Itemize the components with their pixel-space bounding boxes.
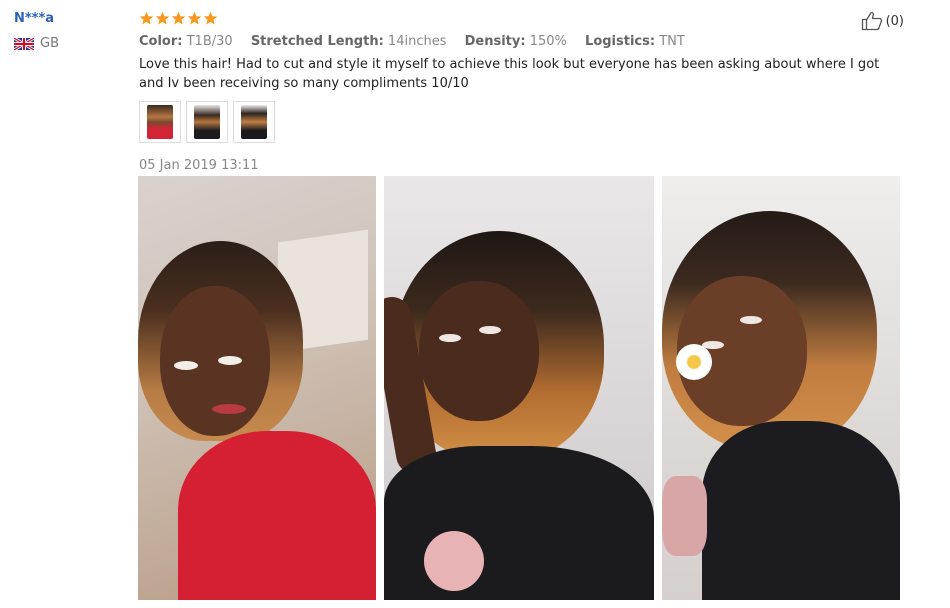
helpful-button[interactable]: (0) [861, 11, 904, 31]
review-photo[interactable] [138, 176, 376, 600]
attr-value-color: T1B/30 [186, 34, 233, 49]
review-text: Love this hair! Had to cut and style it … [139, 57, 880, 91]
reviewer-name: N***a [14, 11, 55, 26]
review-photos [138, 176, 900, 600]
attr-label-logistics: Logistics: [585, 34, 656, 49]
attr-label-color: Color: [139, 34, 183, 49]
photo-thumbnails [139, 101, 909, 143]
review-photo[interactable] [384, 176, 654, 600]
country-code: GB [40, 36, 59, 51]
photo-thumbnail[interactable] [186, 101, 228, 143]
star-icon [155, 11, 170, 24]
attr-value-logistics: TNT [659, 34, 685, 49]
photo-thumbnail[interactable] [233, 101, 275, 143]
attr-label-density: Density: [464, 34, 526, 49]
attr-value-length: 14inches [387, 34, 447, 49]
star-icon [203, 11, 218, 24]
reviewer-country: GB [14, 36, 59, 51]
star-icon [139, 11, 154, 24]
helpful-count: (0) [885, 13, 904, 29]
review-photo[interactable] [662, 176, 900, 600]
photo-thumbnail[interactable] [139, 101, 181, 143]
uk-flag-icon [14, 37, 34, 50]
review-date: 05 Jan 2019 13:11 [139, 158, 259, 173]
star-icon [187, 11, 202, 24]
star-icon [171, 11, 186, 24]
star-rating [139, 9, 909, 27]
product-attributes: Color: T1B/30 Stretched Length: 14inches… [139, 34, 909, 49]
attr-label-length: Stretched Length: [250, 34, 384, 49]
thumbs-up-icon [861, 11, 882, 31]
attr-value-density: 150% [529, 34, 567, 49]
review-body: Color: T1B/30 Stretched Length: 14inches… [139, 9, 909, 173]
reviewer-info: N***a GB [14, 11, 59, 51]
